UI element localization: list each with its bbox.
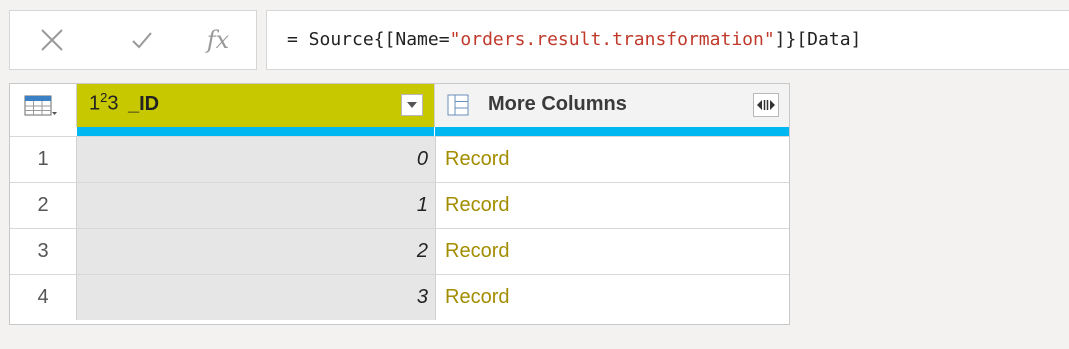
record-link[interactable]: Record bbox=[435, 137, 789, 182]
row-number[interactable]: 3 bbox=[10, 229, 77, 274]
table-row: 4 3 Record bbox=[10, 274, 789, 320]
id-cell[interactable]: 0 bbox=[77, 137, 435, 182]
table-row: 1 0 Record bbox=[10, 136, 789, 182]
table-row: 2 1 Record bbox=[10, 182, 789, 228]
column-header-id[interactable]: 123 _ID bbox=[77, 84, 434, 127]
chevron-down-icon bbox=[407, 102, 417, 108]
record-link[interactable]: Record bbox=[435, 183, 789, 228]
record-link[interactable]: Record bbox=[435, 275, 789, 320]
record-type-icon bbox=[447, 94, 469, 116]
x-icon bbox=[41, 29, 63, 51]
whole-number-type-icon[interactable]: 123 bbox=[89, 90, 118, 116]
formula-controls: fx bbox=[9, 10, 257, 70]
cancel-formula-button[interactable] bbox=[32, 11, 72, 69]
column-header-more-columns[interactable]: More Columns bbox=[434, 84, 789, 127]
expand-icon bbox=[757, 100, 775, 110]
row-number[interactable]: 4 bbox=[10, 275, 77, 320]
formula-input[interactable]: = Source{[Name="orders.result.transforma… bbox=[266, 10, 1069, 70]
table-icon bbox=[24, 95, 57, 116]
expand-column-button[interactable] bbox=[753, 93, 779, 117]
row-number[interactable]: 1 bbox=[10, 137, 77, 182]
data-grid: 123 _ID More Columns 1 0 Record 2 1 Reco… bbox=[9, 83, 790, 325]
table-options-button[interactable] bbox=[10, 84, 77, 127]
id-cell[interactable]: 1 bbox=[77, 183, 435, 228]
confirm-formula-button[interactable] bbox=[122, 11, 162, 69]
check-icon bbox=[132, 32, 152, 49]
id-cell[interactable]: 3 bbox=[77, 275, 435, 320]
id-cell[interactable]: 2 bbox=[77, 229, 435, 274]
row-number[interactable]: 2 bbox=[10, 183, 77, 228]
column-title: _ID bbox=[128, 93, 160, 115]
formula-suffix: ]}[Data] bbox=[774, 29, 862, 50]
column-title: More Columns bbox=[488, 93, 627, 115]
formula-prefix: = Source{[Name= bbox=[287, 29, 450, 50]
table-row: 3 2 Record bbox=[10, 228, 789, 274]
record-link[interactable]: Record bbox=[435, 229, 789, 274]
insert-function-button[interactable]: fx bbox=[198, 11, 238, 69]
formula-string: "orders.result.transformation" bbox=[449, 29, 775, 50]
column-filter-button[interactable] bbox=[401, 94, 423, 116]
fx-label: fx bbox=[206, 26, 230, 54]
column-quality-bar bbox=[435, 127, 789, 136]
column-quality-bar bbox=[77, 127, 434, 136]
